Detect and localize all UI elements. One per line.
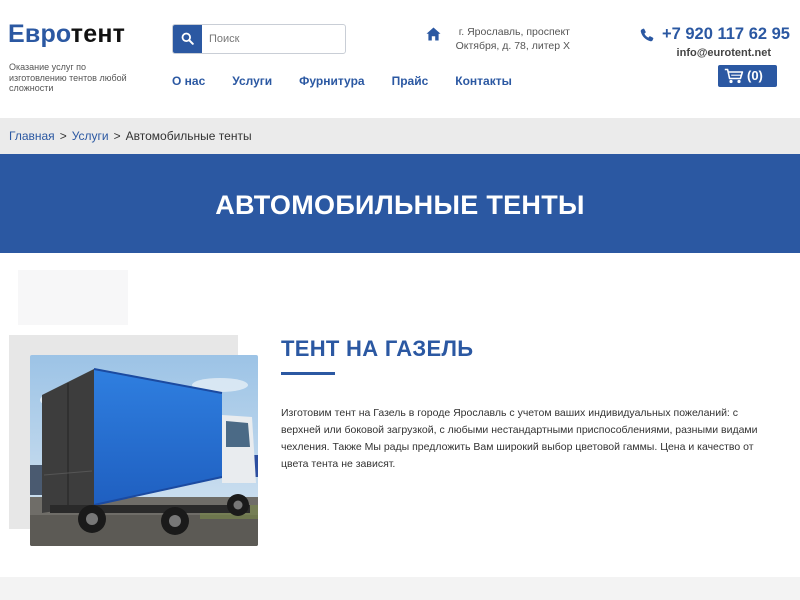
email-link[interactable]: info@eurotent.net: [677, 47, 771, 59]
breadcrumb-bar: Главная > Услуги > Автомобильные тенты: [0, 118, 800, 154]
nav-item-services[interactable]: Услуги: [232, 74, 272, 90]
nav-item-contacts[interactable]: Контакты: [455, 74, 512, 90]
phone-icon: [640, 28, 654, 42]
section-title: ТЕНТ НА ГАЗЕЛЬ: [281, 336, 474, 361]
search-button[interactable]: [173, 25, 202, 53]
breadcrumb: Главная > Услуги > Автомобильные тенты: [9, 129, 252, 143]
breadcrumb-current: Автомобильные тенты: [125, 129, 252, 143]
logo[interactable]: Евротент: [8, 20, 125, 49]
address-text: г. Ярославль, проспект Октября, д. 78, л…: [455, 26, 570, 52]
site-header: Евротент Оказание услуг по изготовлению …: [0, 0, 800, 118]
cart-button[interactable]: (0): [718, 65, 777, 87]
breadcrumb-home[interactable]: Главная: [9, 129, 55, 143]
phone-block[interactable]: +7 920 117 62 95: [638, 25, 790, 45]
decorative-block: [18, 270, 128, 325]
gazelle-truck-image: [30, 355, 258, 546]
page-title: АВТОМОБИЛЬНЫЕ ТЕНТЫ: [215, 190, 585, 220]
nav-item-about[interactable]: О нас: [172, 74, 205, 90]
page-banner: АВТОМОБИЛЬНЫЕ ТЕНТЫ: [0, 154, 800, 253]
nav-item-hardware[interactable]: Фурнитура: [299, 74, 364, 90]
phone-number[interactable]: +7 920 117 62 95: [662, 25, 790, 44]
main-nav: О нас Услуги Фурнитура Прайс Контакты: [172, 74, 539, 90]
tagline: Оказание услуг по изготовлению тентов лю…: [9, 62, 127, 93]
truck-photo: [30, 355, 258, 546]
search-box: [172, 24, 346, 54]
home-icon: [426, 27, 441, 41]
search-input[interactable]: [209, 25, 341, 53]
title-underline: [281, 372, 335, 375]
next-section-strip: [0, 577, 800, 600]
breadcrumb-services[interactable]: Услуги: [72, 129, 109, 143]
logo-part-1: Евро: [8, 20, 71, 48]
cart-count: (0): [747, 68, 763, 83]
section-description: Изготовим тент на Газель в городе Яросла…: [281, 407, 758, 470]
cart-icon: [724, 68, 744, 84]
breadcrumb-separator: >: [113, 129, 121, 143]
nav-item-price[interactable]: Прайс: [392, 74, 429, 90]
breadcrumb-separator: >: [59, 129, 67, 143]
search-icon: [181, 32, 194, 45]
logo-part-2: тент: [70, 20, 126, 48]
